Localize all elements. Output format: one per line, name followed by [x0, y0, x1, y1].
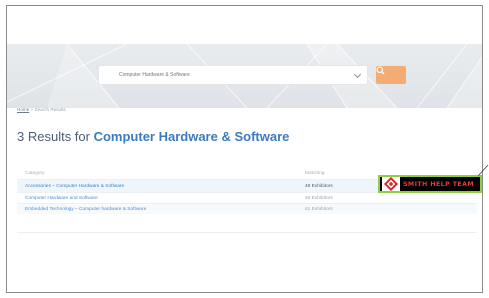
- breadcrumb-separator: >: [30, 107, 34, 112]
- annotation-pointer-icon: [478, 164, 489, 177]
- search-icon: [376, 66, 385, 75]
- column-header-category: Category: [25, 171, 45, 176]
- search-input[interactable]: [99, 66, 349, 84]
- smith-help-team-badge: SMITH HELP TEAM: [378, 175, 482, 193]
- table-divider: [17, 232, 477, 233]
- table-row[interactable]: Embedded Technology – Computer hardware …: [17, 203, 477, 214]
- results-query: Computer Hardware & Software: [93, 129, 290, 144]
- category-link[interactable]: Embedded Technology – Computer hardware …: [25, 207, 146, 212]
- matching-count: 61 Exhibitors: [305, 207, 333, 212]
- column-header-matching: Matching: [305, 171, 325, 176]
- breadcrumb-current: Search Results: [34, 107, 66, 112]
- smith-logo-icon: [382, 177, 400, 191]
- table-row[interactable]: Computer Hardware and Software 46 Exhibi…: [17, 192, 477, 203]
- page-title: 3 Results for Computer Hardware & Softwa…: [17, 129, 289, 144]
- category-link[interactable]: Computer Hardware and Software: [25, 196, 98, 201]
- browser-page: Home > Search Results 3 Results for Comp…: [6, 5, 483, 293]
- breadcrumb: Home > Search Results: [17, 107, 66, 112]
- hero-banner: [7, 44, 482, 108]
- matching-count: 49 Exhibitors: [305, 184, 333, 189]
- search-select[interactable]: [99, 66, 367, 84]
- results-count-text: 3 Results for: [17, 129, 94, 144]
- search-button[interactable]: [376, 66, 406, 84]
- matching-count: 46 Exhibitors: [305, 196, 333, 201]
- smith-help-team-label: SMITH HELP TEAM: [403, 180, 475, 188]
- breadcrumb-home-link[interactable]: Home: [17, 107, 29, 112]
- chevron-down-icon[interactable]: [353, 70, 362, 79]
- category-link[interactable]: Accessories – Computer Hardware & Softwa…: [25, 184, 124, 189]
